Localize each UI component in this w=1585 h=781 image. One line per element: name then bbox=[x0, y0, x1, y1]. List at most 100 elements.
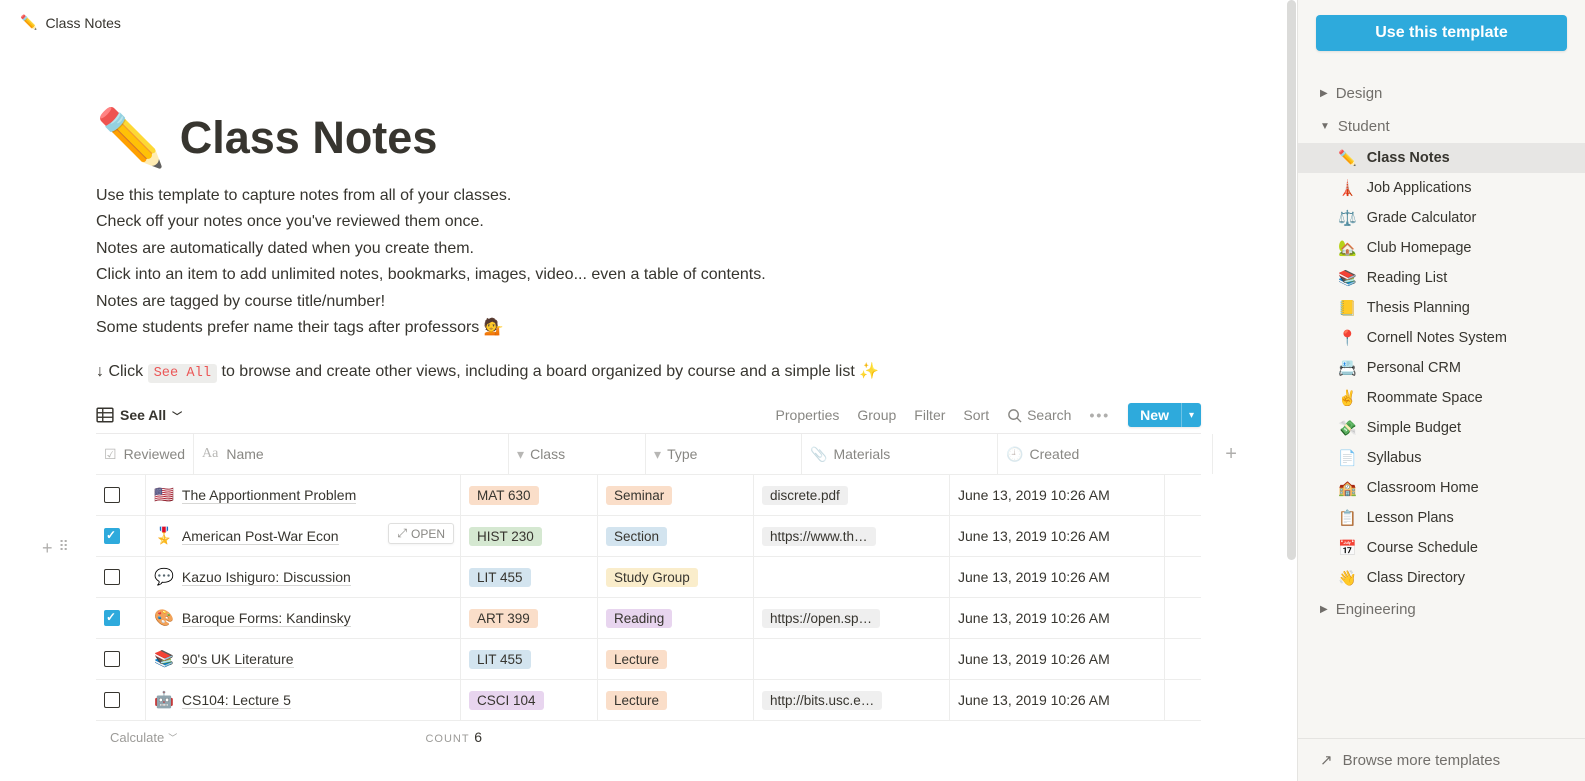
header-name[interactable]: Aa Name bbox=[194, 434, 509, 474]
sidebar-item-icon: 💸 bbox=[1338, 419, 1357, 437]
browse-more-templates[interactable]: ↗ Browse more templates bbox=[1298, 738, 1585, 781]
open-page-button[interactable]: ⤢OPEN bbox=[388, 523, 454, 544]
table-row[interactable]: 🤖 CS104: Lecture 5 CSCI 104 Lecture http://b… bbox=[96, 680, 1201, 721]
row-name[interactable]: American Post-War Econ bbox=[182, 528, 339, 545]
sidebar-item[interactable]: 👋Class Directory bbox=[1298, 563, 1585, 593]
calculate-button[interactable]: Calculate ﹀ bbox=[96, 730, 218, 745]
material-pill[interactable]: https://open.sp… bbox=[762, 609, 880, 628]
type-tag[interactable]: Study Group bbox=[606, 568, 698, 587]
page-description: Use this template to capture notes from … bbox=[96, 183, 1201, 341]
search-button[interactable]: Search bbox=[1007, 407, 1071, 423]
sidebar-item[interactable]: ✌️Roommate Space bbox=[1298, 383, 1585, 413]
row-name[interactable]: 90's UK Literature bbox=[182, 651, 294, 668]
reviewed-checkbox[interactable] bbox=[104, 487, 120, 503]
reviewed-checkbox[interactable] bbox=[104, 692, 120, 708]
search-icon bbox=[1007, 408, 1022, 423]
sidebar-item[interactable]: 📅Course Schedule bbox=[1298, 533, 1585, 563]
table-row[interactable]: 📚90's UK LiteratureLIT 455LectureJune 13… bbox=[96, 639, 1201, 680]
sidebar-item[interactable]: 📚Reading List bbox=[1298, 263, 1585, 293]
type-tag[interactable]: Reading bbox=[606, 609, 672, 628]
reviewed-checkbox[interactable] bbox=[104, 528, 120, 544]
reviewed-checkbox[interactable] bbox=[104, 569, 120, 585]
header-materials[interactable]: 📎 Materials bbox=[802, 434, 998, 474]
material-pill[interactable]: http://bits.usc.e… bbox=[762, 691, 882, 710]
sidebar-category[interactable]: ▼Student bbox=[1298, 110, 1585, 143]
type-tag[interactable]: Section bbox=[606, 527, 667, 546]
table-row[interactable]: 🎖️ American Post-War Econ ⤢OPEN HIST 230 Sec… bbox=[96, 516, 1201, 557]
new-button-label[interactable]: New bbox=[1128, 403, 1181, 427]
filter-button[interactable]: Filter bbox=[914, 407, 945, 423]
sidebar-item[interactable]: 🏡Club Homepage bbox=[1298, 233, 1585, 263]
header-class[interactable]: ▾ Class bbox=[509, 434, 646, 474]
header-type[interactable]: ▾ Type bbox=[646, 434, 802, 474]
reviewed-checkbox[interactable] bbox=[104, 651, 120, 667]
sidebar-item[interactable]: 📋Lesson Plans bbox=[1298, 503, 1585, 533]
sidebar-item[interactable]: ✏️Class Notes bbox=[1298, 143, 1585, 173]
page-title[interactable]: Class Notes bbox=[180, 112, 438, 164]
breadcrumb-icon: ✏️ bbox=[20, 14, 37, 31]
row-handles[interactable]: + ⠿ bbox=[42, 538, 69, 559]
class-tag[interactable]: ART 399 bbox=[469, 609, 538, 628]
header-reviewed[interactable]: ☑ Reviewed bbox=[96, 434, 194, 474]
sidebar-category[interactable]: ▶Engineering bbox=[1298, 593, 1585, 626]
row-icon: 🎖️ bbox=[154, 526, 174, 546]
type-tag[interactable]: Seminar bbox=[606, 486, 672, 505]
sidebar-item[interactable]: 💸 Simple Budget bbox=[1298, 413, 1585, 443]
sidebar-item[interactable]: 📍Cornell Notes System bbox=[1298, 323, 1585, 353]
class-tag[interactable]: HIST 230 bbox=[469, 527, 542, 546]
sidebar-item[interactable]: 📇Personal CRM bbox=[1298, 353, 1585, 383]
created-cell: June 13, 2019 10:26 AM bbox=[950, 639, 1165, 679]
material-pill[interactable]: discrete.pdf bbox=[762, 486, 848, 505]
sidebar-item-icon: 📒 bbox=[1338, 299, 1357, 317]
new-button[interactable]: New ▾ bbox=[1128, 403, 1201, 427]
sidebar-item[interactable]: 📒Thesis Planning bbox=[1298, 293, 1585, 323]
class-tag[interactable]: MAT 630 bbox=[469, 486, 539, 505]
type-tag[interactable]: Lecture bbox=[606, 691, 667, 710]
new-button-dropdown[interactable]: ▾ bbox=[1181, 403, 1201, 427]
triangle-right-icon: ▶ bbox=[1320, 88, 1328, 99]
view-picker[interactable]: See All ﹀ bbox=[96, 406, 182, 424]
sidebar-item-icon: 👋 bbox=[1338, 569, 1357, 587]
row-name[interactable]: CS104: Lecture 5 bbox=[182, 692, 291, 709]
add-column-button[interactable]: + bbox=[1213, 443, 1249, 466]
sidebar-item-icon: 🏫 bbox=[1338, 479, 1357, 497]
table-row[interactable]: 💬Kazuo Ishiguro: DiscussionLIT 455Study … bbox=[96, 557, 1201, 598]
browse-more-label: Browse more templates bbox=[1343, 752, 1501, 769]
sidebar-category[interactable]: ▶ Design bbox=[1298, 77, 1585, 110]
use-template-button[interactable]: Use this template bbox=[1316, 15, 1567, 51]
class-tag[interactable]: LIT 455 bbox=[469, 568, 531, 587]
table-row[interactable]: 🎨Baroque Forms: KandinskyART 399Readingh… bbox=[96, 598, 1201, 639]
reviewed-checkbox[interactable] bbox=[104, 610, 120, 626]
sidebar-item[interactable]: 📄Syllabus bbox=[1298, 443, 1585, 473]
checkbox-icon: ☑ bbox=[104, 446, 117, 463]
breadcrumb[interactable]: ✏️ Class Notes bbox=[0, 0, 1297, 45]
class-tag[interactable]: CSCI 104 bbox=[469, 691, 544, 710]
sidebar-category-label: Design bbox=[1336, 85, 1383, 102]
header-created[interactable]: 🕘 Created bbox=[998, 434, 1213, 474]
sort-button[interactable]: Sort bbox=[963, 407, 989, 423]
sidebar-item[interactable]: 🗼Job Applications bbox=[1298, 173, 1585, 203]
sidebar-item-label: Simple Budget bbox=[1367, 420, 1461, 436]
created-cell: June 13, 2019 10:26 AM bbox=[950, 680, 1165, 720]
drag-handle-icon[interactable]: ⠿ bbox=[59, 538, 69, 559]
triangle-down-icon: ▼ bbox=[1320, 121, 1330, 132]
table-row[interactable]: 🇺🇸The Apportionment ProblemMAT 630Semina… bbox=[96, 475, 1201, 516]
properties-button[interactable]: Properties bbox=[776, 407, 840, 423]
description-line: Notes are automatically dated when you c… bbox=[96, 236, 1201, 262]
sidebar-item[interactable]: 🏫Classroom Home bbox=[1298, 473, 1585, 503]
header-type-label: Type bbox=[667, 446, 697, 462]
add-row-icon[interactable]: + bbox=[42, 538, 53, 559]
type-tag[interactable]: Lecture bbox=[606, 650, 667, 669]
row-name[interactable]: Kazuo Ishiguro: Discussion bbox=[182, 569, 351, 586]
page-icon[interactable]: ✏️ bbox=[96, 105, 166, 171]
class-tag[interactable]: LIT 455 bbox=[469, 650, 531, 669]
row-name[interactable]: Baroque Forms: Kandinsky bbox=[182, 610, 351, 627]
sidebar-item[interactable]: ⚖️Grade Calculator bbox=[1298, 203, 1585, 233]
more-button[interactable]: ••• bbox=[1089, 407, 1110, 423]
row-name[interactable]: The Apportionment Problem bbox=[182, 487, 356, 504]
row-icon: 🤖 bbox=[154, 690, 174, 710]
material-pill[interactable]: https://www.th… bbox=[762, 527, 876, 546]
sidebar-item-label: Lesson Plans bbox=[1367, 510, 1454, 526]
group-button[interactable]: Group bbox=[857, 407, 896, 423]
scroll-thumb[interactable] bbox=[1287, 0, 1296, 560]
